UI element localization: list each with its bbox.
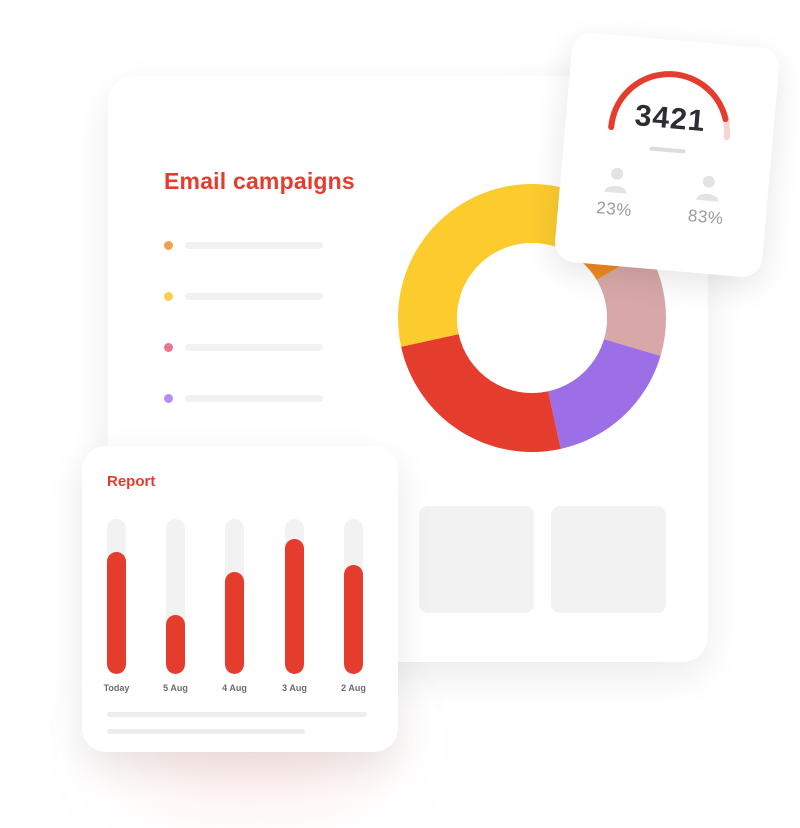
bar-label: 3 Aug — [282, 683, 307, 693]
report-card: Report Today 5 Aug 4 Aug 3 Aug 2 Aug — [82, 446, 398, 752]
bar-label: Today — [103, 683, 130, 693]
legend-label-placeholder — [185, 293, 323, 300]
footer-line — [107, 712, 367, 717]
legend-label-placeholder — [185, 395, 323, 402]
legend-dot — [164, 292, 173, 301]
bar — [344, 565, 363, 674]
bar — [225, 572, 244, 674]
left-percentage: 23% — [595, 198, 633, 221]
report-title: Report — [107, 473, 156, 490]
legend-dot — [164, 343, 173, 352]
stat-card: 3421 23% 83% — [553, 31, 781, 279]
bar-track — [344, 519, 363, 674]
user-icon — [604, 167, 627, 194]
campaigns-title: Email campaigns — [164, 168, 355, 194]
legend-label-placeholder — [185, 242, 323, 249]
bar-label: 2 Aug — [341, 683, 366, 693]
bar-track — [107, 519, 126, 674]
bar-label: 4 Aug — [222, 683, 247, 693]
donut-hole — [457, 243, 607, 393]
bar-track — [225, 519, 244, 674]
placeholder-tile-left — [419, 506, 534, 613]
bar — [166, 615, 185, 674]
bar-track — [166, 519, 185, 674]
legend-dot — [164, 241, 173, 250]
footer-line — [107, 729, 305, 734]
stat-divider — [649, 146, 686, 154]
bar — [285, 539, 304, 674]
bar-track — [285, 519, 304, 674]
placeholder-tile-right — [551, 506, 666, 613]
user-icon — [696, 175, 719, 202]
right-percentage: 83% — [687, 206, 725, 229]
bar-label: 5 Aug — [163, 683, 188, 693]
legend-dot — [164, 394, 173, 403]
legend-label-placeholder — [185, 344, 323, 351]
bar — [107, 552, 126, 674]
